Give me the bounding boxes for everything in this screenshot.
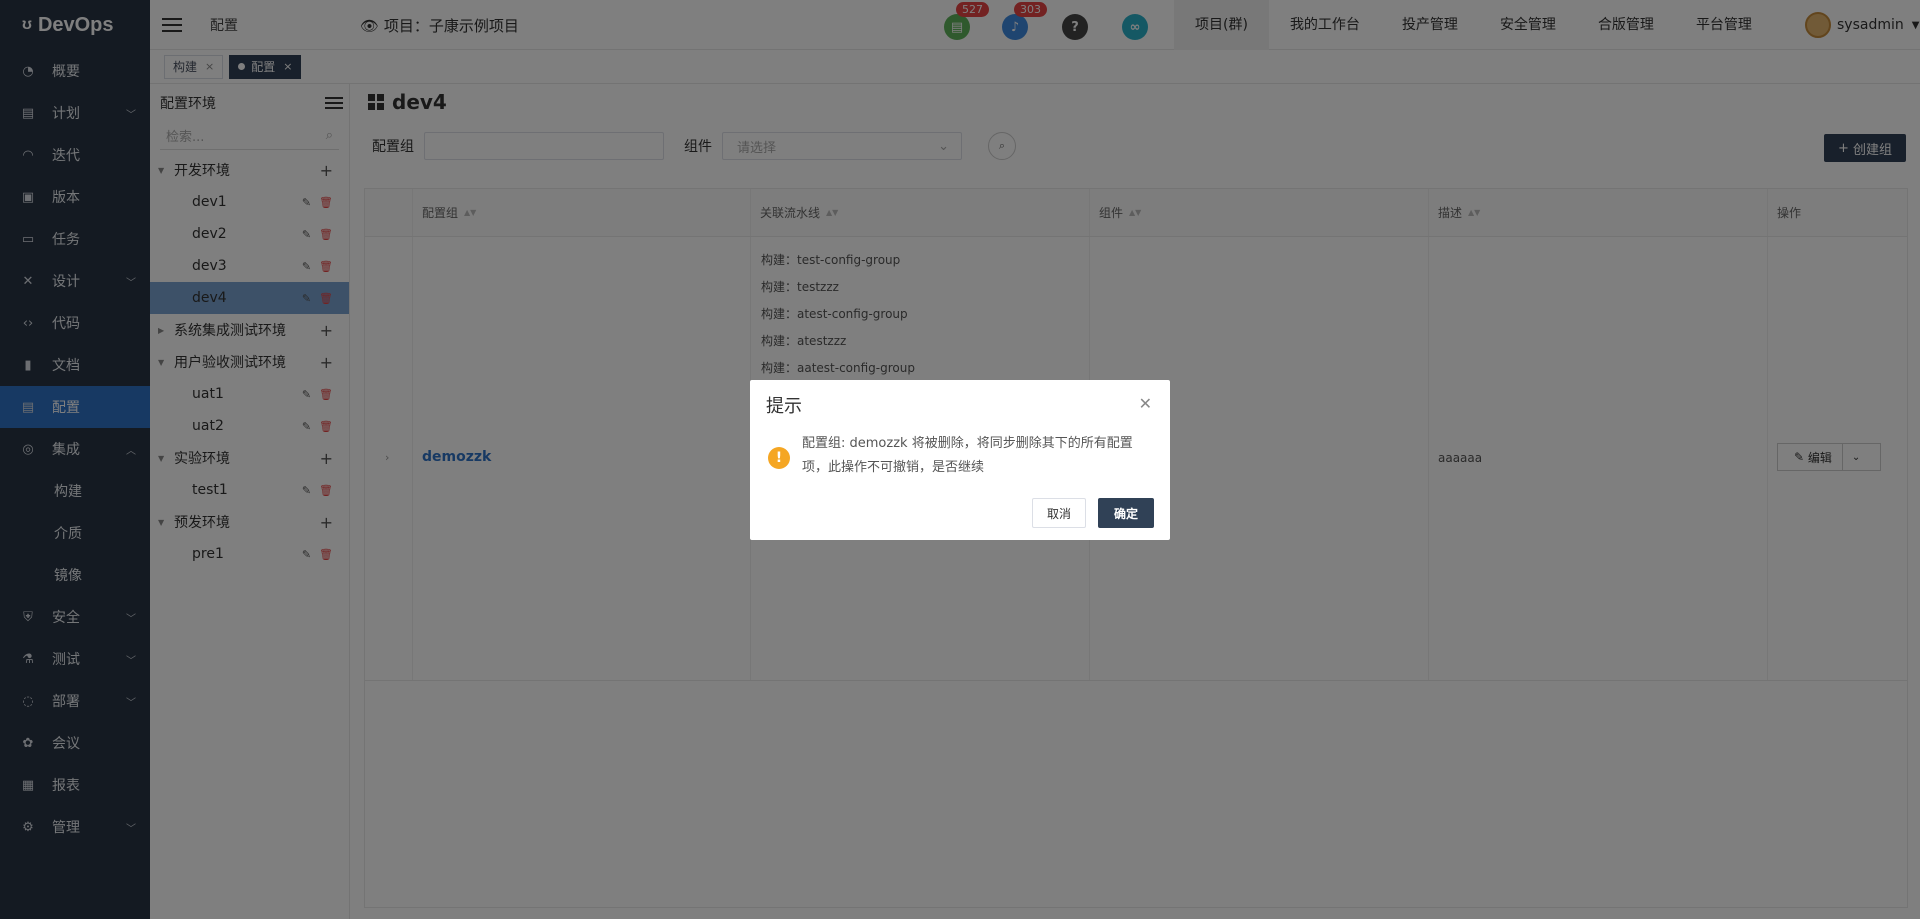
confirm-dialog: 提示 ✕ ! 配置组: demozzk 将被删除，将同步删除其下的所有配置项，此…: [750, 380, 1170, 540]
dialog-title: 提示: [766, 396, 802, 417]
close-icon[interactable]: ✕: [1139, 394, 1152, 413]
confirm-button[interactable]: 确定: [1098, 498, 1154, 528]
dialog-message: 配置组: demozzk 将被删除，将同步删除其下的所有配置项，此操作不可撤销，…: [802, 436, 1133, 475]
cancel-button[interactable]: 取消: [1032, 498, 1086, 528]
warning-icon: !: [768, 447, 790, 469]
